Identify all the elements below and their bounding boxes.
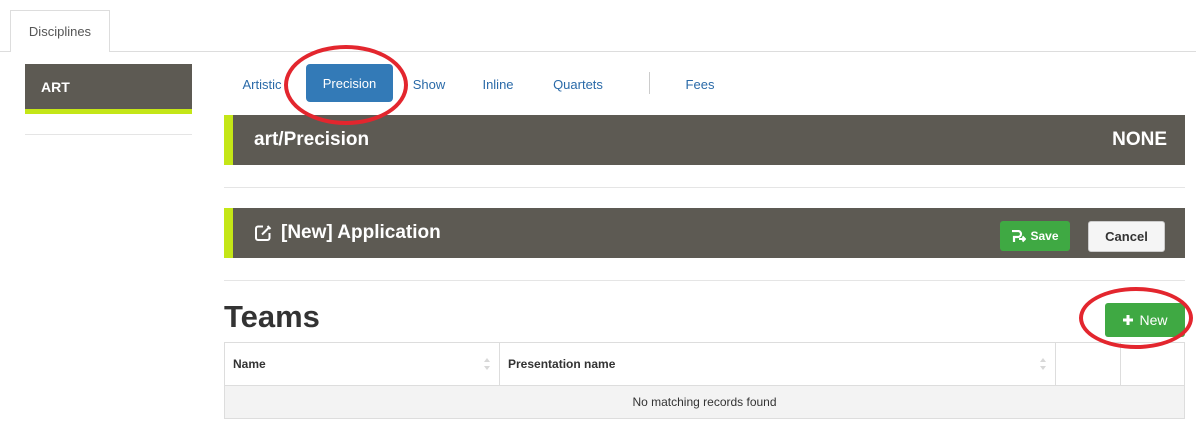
tab-bar-divider <box>0 51 1196 52</box>
application-header: [New] Application Save Cancel <box>224 208 1185 258</box>
save-button[interactable]: Save <box>1000 221 1070 251</box>
tab-show[interactable]: Show <box>409 66 449 102</box>
header-accent <box>224 208 233 258</box>
annotation-circle-precision <box>284 45 408 125</box>
save-icon <box>1012 229 1027 242</box>
tab-inline[interactable]: Inline <box>475 66 521 102</box>
column-label: Presentation name <box>508 357 616 371</box>
column-header-blank <box>1056 343 1121 385</box>
application-divider <box>224 280 1185 281</box>
teams-table: Name Presentation name No matching recor… <box>224 342 1185 419</box>
sort-icon <box>484 358 490 370</box>
tab-separator <box>649 72 650 94</box>
column-header-name[interactable]: Name <box>225 343 500 385</box>
sidebar-divider <box>25 134 192 135</box>
sort-icon <box>1040 358 1046 370</box>
header-accent <box>224 115 233 165</box>
column-label: Name <box>233 357 266 371</box>
tab-disciplines[interactable]: Disciplines <box>10 10 110 52</box>
teams-heading: Teams <box>224 299 320 334</box>
tab-fees[interactable]: Fees <box>680 66 720 102</box>
save-label: Save <box>1030 229 1059 243</box>
cancel-button[interactable]: Cancel <box>1088 221 1165 252</box>
tab-artistic[interactable]: Artistic <box>234 66 290 102</box>
section-status: NONE <box>1112 129 1167 150</box>
empty-table-message: No matching records found <box>225 385 1184 418</box>
column-header-blank <box>1121 343 1184 385</box>
column-header-presentation-name[interactable]: Presentation name <box>500 343 1056 385</box>
edit-icon <box>255 225 272 241</box>
tab-quartets[interactable]: Quartets <box>545 66 611 102</box>
section-divider <box>224 187 1185 188</box>
section-header: art/Precision NONE <box>224 115 1185 165</box>
sidebar-active-indicator <box>25 109 192 114</box>
application-title: [New] Application <box>281 222 441 243</box>
annotation-circle-new <box>1079 287 1193 349</box>
sidebar-item-label: ART <box>41 78 70 95</box>
application-title-wrap: [New] Application <box>254 208 441 258</box>
sidebar-item-art[interactable]: ART <box>25 64 192 109</box>
